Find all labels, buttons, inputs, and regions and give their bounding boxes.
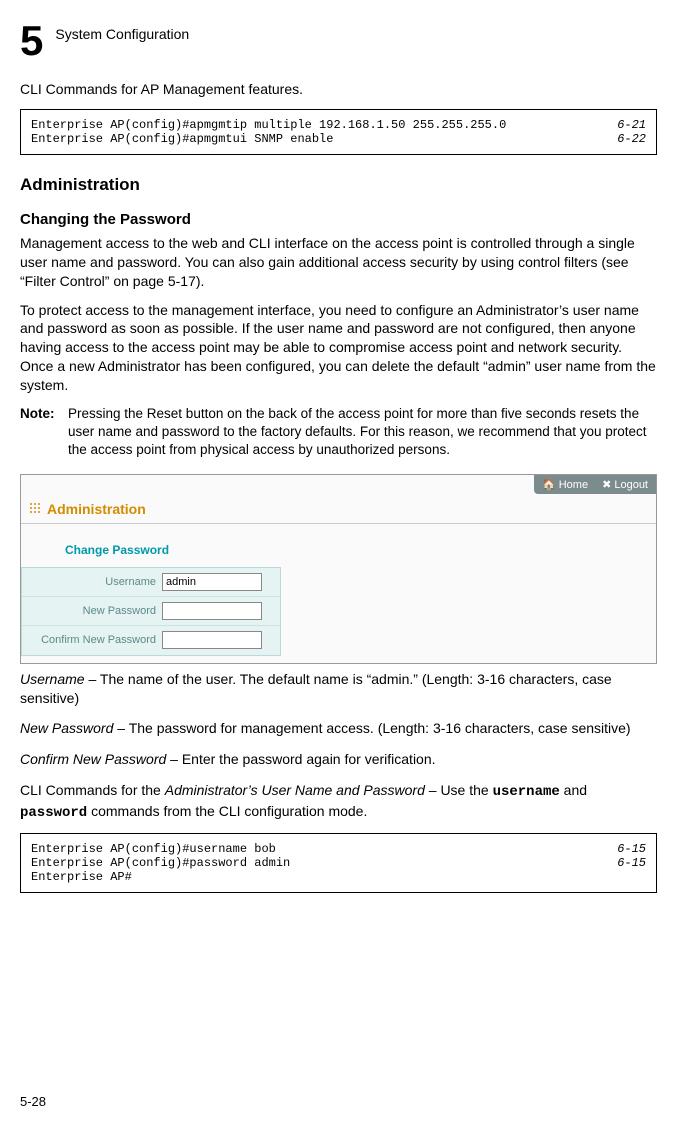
- cli-commands-2: Enterprise AP(config)#username bob Enter…: [31, 842, 290, 884]
- grip-icon: [29, 502, 41, 514]
- screenshot-topbar: 🏠 Home ✖ Logout: [534, 475, 656, 494]
- cli-block-1: Enterprise AP(config)#apmgmtip multiple …: [20, 109, 657, 155]
- note-text: Pressing the Reset button on the back of…: [68, 405, 657, 460]
- new-password-term: New Password: [20, 720, 113, 736]
- note-label: Note:: [20, 405, 68, 460]
- cli-commands: Enterprise AP(config)#apmgmtip multiple …: [31, 118, 506, 146]
- screenshot-title: Administration: [47, 501, 146, 517]
- cli-page-refs-2: 6-15 6-15: [617, 842, 646, 884]
- form-row-confirm-password: Confirm New Password: [22, 626, 280, 655]
- username-description: Username – The name of the user. The def…: [20, 670, 657, 708]
- cli-intro-1: CLI Commands for AP Management features.: [20, 80, 657, 99]
- password-form: Username New Password Confirm New Passwo…: [21, 567, 281, 656]
- subsection-heading-password: Changing the Password: [20, 211, 657, 228]
- home-link[interactable]: 🏠 Home: [542, 478, 588, 491]
- username-label: Username: [22, 576, 162, 588]
- new-password-description: New Password – The password for manageme…: [20, 719, 657, 738]
- cli-block-2: Enterprise AP(config)#username bob Enter…: [20, 833, 657, 893]
- new-password-input[interactable]: [162, 602, 262, 620]
- chapter-number: 5: [20, 20, 43, 62]
- confirm-password-label: Confirm New Password: [22, 634, 162, 646]
- section-heading-administration: Administration: [20, 175, 657, 195]
- username-input[interactable]: [162, 573, 262, 591]
- screenshot-subtitle: Change Password: [65, 543, 169, 557]
- form-row-username: Username: [22, 568, 280, 597]
- confirm-password-term: Confirm New Password: [20, 751, 166, 767]
- logout-link[interactable]: ✖ Logout: [602, 478, 648, 491]
- note-block: Note: Pressing the Reset button on the b…: [20, 405, 657, 460]
- chapter-title: System Configuration: [55, 26, 189, 42]
- new-password-label: New Password: [22, 605, 162, 617]
- page-header: 5 System Configuration: [20, 20, 657, 62]
- paragraph-1: Management access to the web and CLI int…: [20, 234, 657, 291]
- screenshot-divider: [21, 523, 656, 524]
- form-row-new-password: New Password: [22, 597, 280, 626]
- paragraph-2: To protect access to the management inte…: [20, 301, 657, 395]
- confirm-password-input[interactable]: [162, 631, 262, 649]
- confirm-password-description: Confirm New Password – Enter the passwor…: [20, 750, 657, 769]
- cli-intro-2: CLI Commands for the Administrator’s Use…: [20, 781, 657, 823]
- username-term: Username: [20, 671, 85, 687]
- admin-screenshot: 🏠 Home ✖ Logout Administration Change Pa…: [20, 474, 657, 664]
- page-number: 5-28: [20, 1094, 46, 1109]
- cli-page-refs: 6-21 6-22: [617, 118, 646, 146]
